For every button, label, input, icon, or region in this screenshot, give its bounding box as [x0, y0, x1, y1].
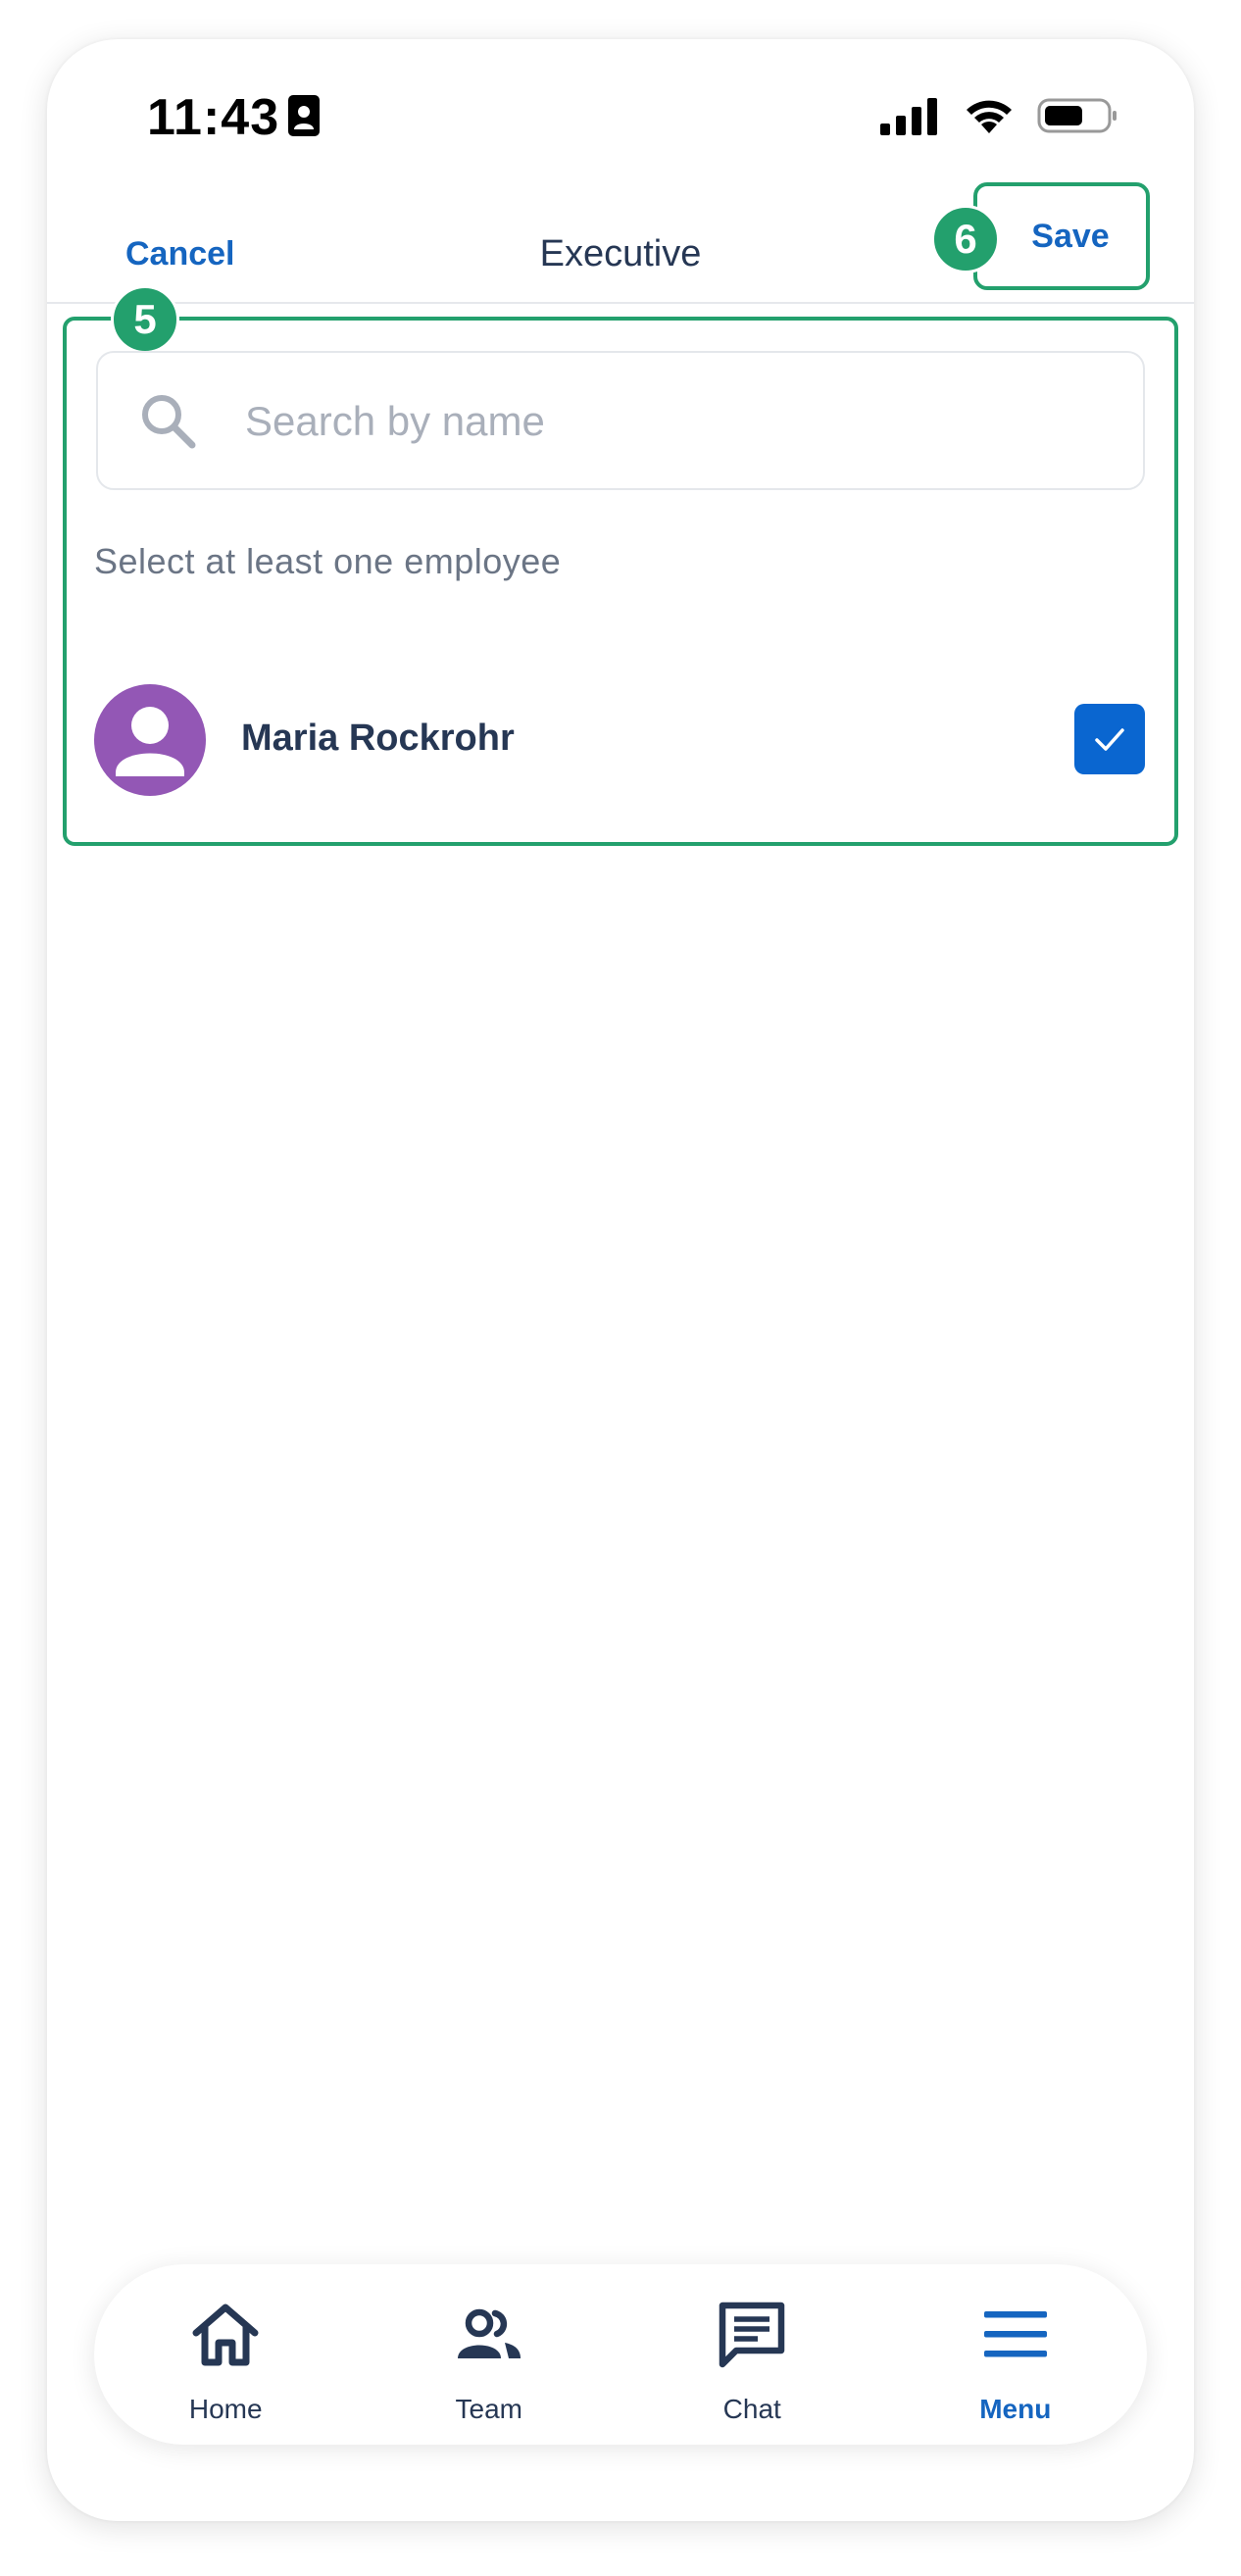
phone-screen: 11:43 Cancel Executive Save 6 5 Search b… [47, 39, 1194, 2521]
bottom-tab-bar: Home Team Chat Menu [94, 2264, 1147, 2445]
tab-home-label: Home [188, 2394, 263, 2424]
id-card-icon [288, 95, 320, 136]
battery-icon [1037, 98, 1117, 133]
tab-menu[interactable]: Menu [884, 2264, 1148, 2445]
tab-menu-label: Menu [979, 2394, 1052, 2424]
annotation-badge-save: 6 [931, 205, 1000, 273]
tab-team[interactable]: Team [358, 2264, 621, 2445]
status-time: 11:43 [147, 89, 280, 146]
avatar [94, 684, 206, 796]
tab-team-label: Team [455, 2394, 522, 2424]
tab-chat[interactable]: Chat [620, 2264, 884, 2445]
tab-home[interactable]: Home [94, 2264, 358, 2445]
person-icon [116, 707, 184, 776]
employee-checkbox[interactable] [1074, 704, 1145, 774]
save-button[interactable]: Save [973, 182, 1150, 290]
header-divider [47, 302, 1194, 304]
employee-name: Maria Rockrohr [241, 718, 515, 759]
selection-hint: Select at least one employee [94, 541, 562, 581]
wifi-icon [967, 100, 1012, 133]
cellular-signal-icon [880, 98, 937, 135]
employee-list-item[interactable]: Maria Rockrohr [94, 684, 1145, 798]
checkmark-icon [1095, 728, 1124, 751]
search-box[interactable] [96, 351, 1145, 490]
status-indicators [880, 94, 1119, 137]
annotation-badge-panel: 5 [111, 285, 179, 354]
home-icon [192, 2304, 259, 2366]
team-icon [457, 2308, 521, 2358]
tab-chat-label: Chat [722, 2394, 781, 2424]
chat-icon [720, 2302, 785, 2368]
search-input[interactable] [245, 382, 1108, 461]
menu-icon [983, 2311, 1047, 2357]
search-icon [142, 395, 196, 449]
